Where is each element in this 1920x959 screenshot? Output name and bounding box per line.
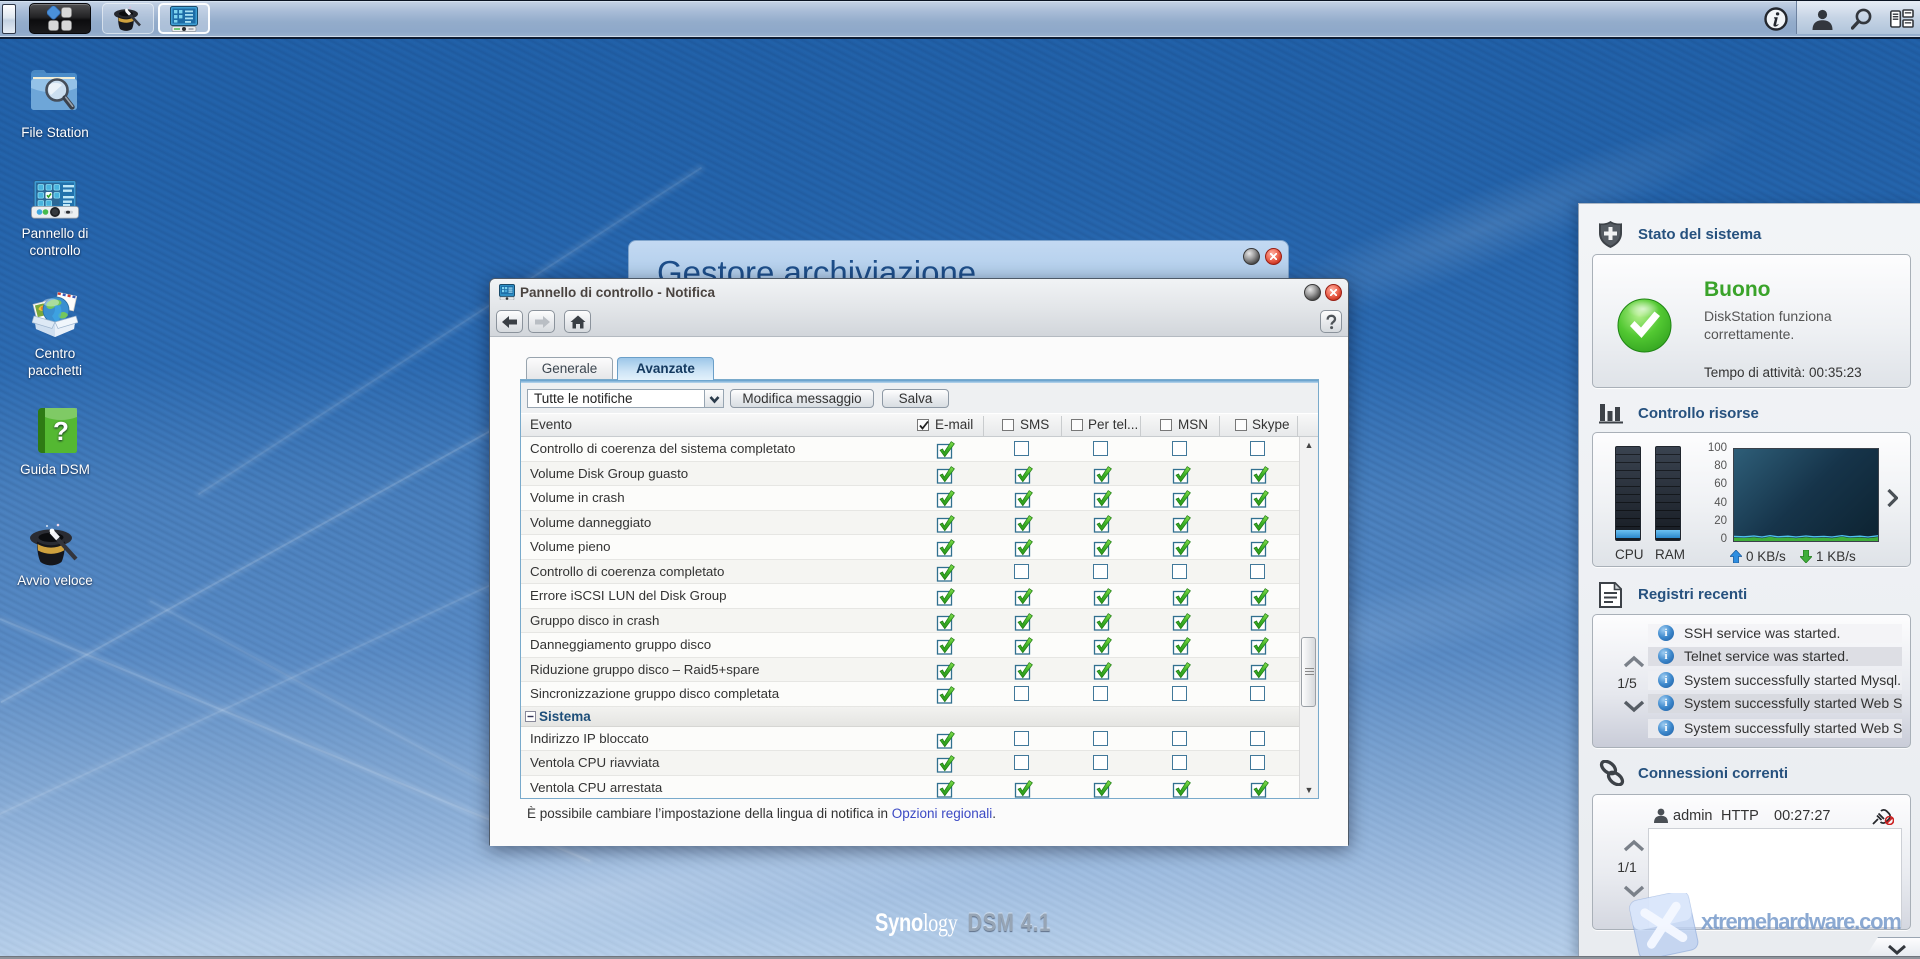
svg-text:?: ? [53,416,69,446]
